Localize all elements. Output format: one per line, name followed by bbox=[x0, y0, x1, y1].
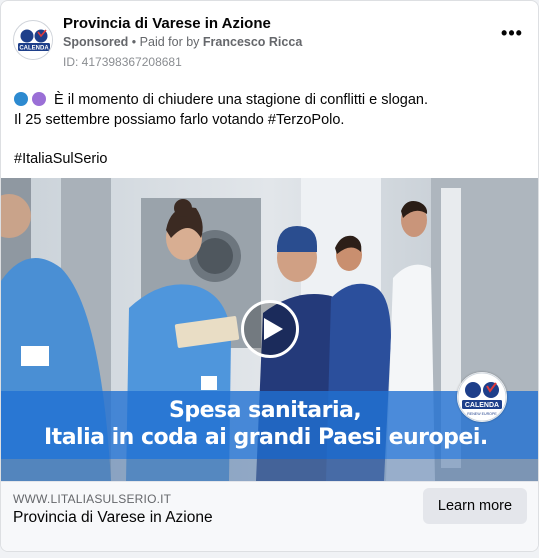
logo-bottom: RENEW EUROPE bbox=[467, 412, 497, 416]
post-text-line-1: È il momento di chiudere una stagione di… bbox=[14, 91, 526, 111]
play-button[interactable] bbox=[241, 300, 299, 358]
calenda-badge-icon: CALENDA RENEW EUROPE bbox=[457, 372, 507, 422]
blue-circle-emoji-icon bbox=[14, 92, 28, 106]
play-icon bbox=[264, 318, 283, 340]
calenda-logo-overlay: CALENDA RENEW EUROPE bbox=[457, 372, 507, 422]
video-caption-line-2: Italia in coda ai grandi Paesi europei. bbox=[44, 425, 488, 450]
svg-text:CALENDA: CALENDA bbox=[19, 45, 49, 51]
paid-for-name[interactable]: Francesco Ricca bbox=[203, 35, 302, 49]
post-text-line-2: Il 25 settembre possiamo farlo votando #… bbox=[14, 111, 345, 128]
post-header: CALENDA Provincia di Varese in Azione Sp… bbox=[13, 13, 526, 73]
separator-dot: • bbox=[131, 35, 137, 49]
purple-circle-emoji-icon bbox=[32, 92, 46, 106]
video-caption-line-1: Spesa sanitaria, bbox=[169, 398, 362, 423]
page-avatar[interactable]: CALENDA bbox=[13, 20, 53, 60]
learn-more-button[interactable]: Learn more bbox=[423, 488, 527, 524]
more-horizontal-icon: ••• bbox=[501, 22, 523, 43]
link-domain: WWW.LITALIASULSERIO.IT bbox=[13, 492, 172, 506]
page-name-link[interactable]: Provincia di Varese in Azione bbox=[63, 15, 271, 32]
calenda-logo-icon: CALENDA bbox=[15, 22, 52, 59]
paid-for-prefix: Paid for by bbox=[139, 35, 200, 49]
sponsored-line: Sponsored • Paid for by Francesco Ricca bbox=[63, 35, 302, 49]
link-preview[interactable]: WWW.LITALIASULSERIO.IT Provincia di Vare… bbox=[1, 481, 538, 551]
video-player[interactable]: CALENDA RENEW EUROPE Spesa sanitaria, It… bbox=[1, 178, 538, 481]
ad-id: ID: 417398367208681 bbox=[63, 55, 182, 69]
sponsored-label[interactable]: Sponsored bbox=[63, 35, 128, 49]
more-options-button[interactable]: ••• bbox=[498, 21, 526, 45]
sponsored-post-card: CALENDA Provincia di Varese in Azione Sp… bbox=[0, 0, 539, 552]
hashtag-link[interactable]: #ItaliaSulSerio bbox=[14, 150, 526, 170]
post-text: È il momento di chiudere una stagione di… bbox=[14, 91, 526, 170]
logo-name: CALENDA bbox=[465, 402, 499, 409]
link-title[interactable]: Provincia di Varese in Azione bbox=[13, 509, 213, 527]
